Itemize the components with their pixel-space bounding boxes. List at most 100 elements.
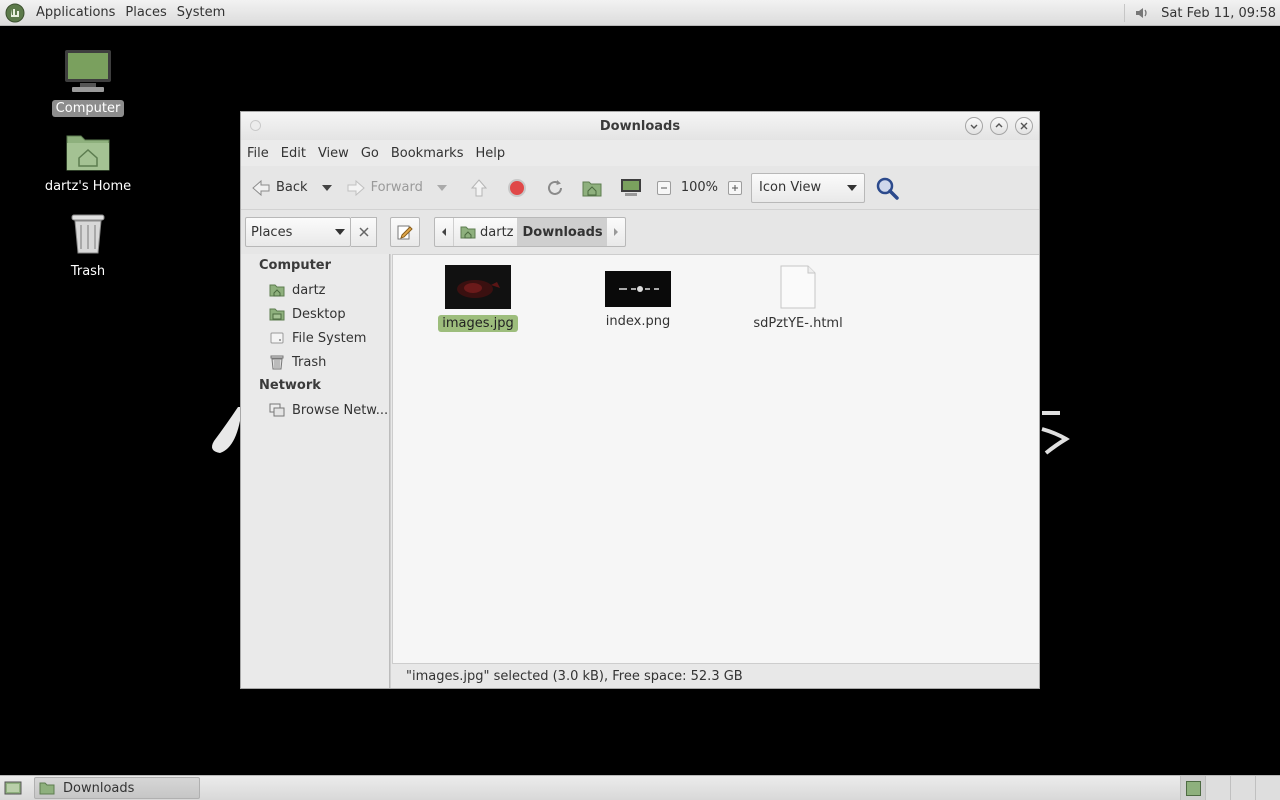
- desktop-icon-label: dartz's Home: [44, 179, 132, 194]
- file-icon-view[interactable]: images.jpg index.png sdPztYE-.html: [392, 254, 1039, 663]
- file-item[interactable]: sdPztYE-.html: [738, 265, 858, 332]
- minimize-button[interactable]: [965, 117, 983, 135]
- reload-button[interactable]: [545, 178, 565, 198]
- volume-icon[interactable]: [1133, 4, 1151, 22]
- html-document-icon: [738, 265, 858, 313]
- image-thumbnail-icon: [418, 265, 538, 313]
- zoom-out-icon: [660, 187, 667, 188]
- breadcrumb-item-dartz[interactable]: dartz: [453, 218, 517, 246]
- workspace-4[interactable]: [1255, 776, 1280, 800]
- sidebar-item-label: Trash: [292, 354, 327, 370]
- home-folder-icon: [582, 181, 602, 196]
- file-name: sdPztYE-.html: [753, 316, 843, 331]
- file-item[interactable]: images.jpg: [418, 265, 538, 332]
- dropdown-arrow-icon: [335, 229, 345, 235]
- status-bar: "images.jpg" selected (3.0 kB), Free spa…: [392, 663, 1039, 688]
- zoom-level[interactable]: 100%: [681, 180, 718, 195]
- search-button[interactable]: [875, 176, 899, 200]
- wallpaper-splash-right: [1040, 405, 1070, 461]
- zoom-in-button[interactable]: [728, 180, 743, 195]
- sidebar-item-label: File System: [292, 330, 367, 346]
- stop-icon: [507, 178, 526, 197]
- sidebar-item-trash[interactable]: Trash: [241, 350, 389, 374]
- taskbar-item-downloads[interactable]: Downloads: [34, 777, 200, 799]
- workspace-2[interactable]: [1205, 776, 1230, 800]
- file-manager-window: Downloads File Edit View Go Bookmarks He…: [240, 111, 1040, 689]
- breadcrumb-item-downloads[interactable]: Downloads: [517, 218, 607, 246]
- sidebar-item-desktop[interactable]: Desktop: [241, 302, 389, 326]
- sidebar-item-label: Desktop: [292, 306, 346, 322]
- sidebar-item-label: dartz: [292, 282, 326, 298]
- chevron-left-icon: [442, 228, 446, 236]
- menubar: File Edit View Go Bookmarks Help: [241, 140, 1039, 166]
- folder-icon: [39, 782, 55, 795]
- file-item[interactable]: index.png: [578, 271, 698, 330]
- workspace-switcher: [1180, 776, 1280, 800]
- taskbar-item-label: Downloads: [63, 780, 135, 796]
- show-desktop-icon: [4, 781, 22, 795]
- stop-button[interactable]: [507, 178, 526, 197]
- bottom-panel: Downloads: [0, 775, 1280, 800]
- back-history-dropdown[interactable]: [321, 184, 332, 192]
- sidebar-divider[interactable]: [389, 254, 391, 688]
- close-button[interactable]: [1015, 117, 1033, 135]
- mint-logo-icon[interactable]: [4, 2, 26, 24]
- chevron-up-icon: [995, 123, 1003, 128]
- computer-button[interactable]: [620, 178, 642, 198]
- maximize-button[interactable]: [990, 117, 1008, 135]
- breadcrumb-scroll-right[interactable]: [607, 218, 625, 246]
- close-sidebar-button[interactable]: [351, 217, 377, 247]
- show-desktop-button[interactable]: [4, 780, 22, 800]
- toolbar: Back Forward 100% Icon View: [241, 166, 1039, 210]
- forward-button[interactable]: Forward: [346, 179, 423, 197]
- home-folder-icon: [33, 130, 143, 176]
- sidebar-mode-select[interactable]: Places: [245, 217, 351, 247]
- view-mode-select[interactable]: Icon View: [751, 172, 866, 203]
- menu-edit[interactable]: Edit: [277, 146, 310, 161]
- window-menu-dot[interactable]: [250, 120, 261, 131]
- desktop-icon-trash[interactable]: Trash: [33, 211, 143, 280]
- up-button[interactable]: [469, 178, 489, 198]
- workspace-3[interactable]: [1230, 776, 1255, 800]
- back-button[interactable]: Back: [251, 179, 308, 197]
- desktop-icon-label: Computer: [51, 100, 125, 117]
- top-panel: Applications Places System Sat Feb 11, 0…: [0, 0, 1280, 26]
- breadcrumb-scroll-left[interactable]: [435, 218, 453, 246]
- menu-bookmarks[interactable]: Bookmarks: [387, 146, 468, 161]
- sidebar-item-browse-network[interactable]: Browse Netw...: [241, 398, 389, 422]
- places-menu[interactable]: Places: [120, 5, 171, 20]
- sidebar-item-dartz[interactable]: dartz: [241, 278, 389, 302]
- sidebar-heading-network: Network: [259, 378, 321, 393]
- menu-view[interactable]: View: [314, 146, 353, 161]
- toggle-location-entry-button[interactable]: [390, 217, 420, 247]
- zoom-in-icon: [732, 184, 739, 191]
- sidebar-item-filesystem[interactable]: File System: [241, 326, 389, 350]
- trash-icon: [33, 211, 143, 261]
- back-label: Back: [276, 180, 308, 195]
- forward-history-dropdown[interactable]: [436, 184, 447, 192]
- menu-help[interactable]: Help: [471, 146, 509, 161]
- titlebar[interactable]: Downloads: [241, 112, 1039, 140]
- applications-menu[interactable]: Applications: [31, 5, 120, 20]
- desktop-folder-icon: [269, 308, 285, 321]
- home-button[interactable]: [582, 179, 602, 197]
- drive-icon: [270, 332, 284, 344]
- zoom-out-button[interactable]: [656, 180, 671, 195]
- trash-icon: [270, 355, 284, 370]
- sidebar-mode-value: Places: [251, 224, 293, 240]
- workspace-1[interactable]: [1180, 776, 1205, 800]
- forward-arrow-icon: [347, 179, 365, 196]
- menu-go[interactable]: Go: [357, 146, 383, 161]
- up-arrow-icon: [470, 178, 487, 196]
- desktop-icon-home[interactable]: dartz's Home: [33, 130, 143, 195]
- menu-file[interactable]: File: [243, 146, 273, 161]
- dropdown-arrow-icon: [436, 184, 447, 191]
- clock[interactable]: Sat Feb 11, 09:58: [1161, 6, 1276, 21]
- system-menu[interactable]: System: [172, 5, 230, 20]
- home-folder-icon: [269, 284, 285, 297]
- chevron-down-icon: [970, 124, 978, 129]
- computer-icon: [33, 48, 143, 98]
- view-mode-value: Icon View: [759, 180, 822, 195]
- location-bar: Places dartz Downloads: [241, 210, 1039, 254]
- desktop-icon-computer[interactable]: Computer: [33, 48, 143, 117]
